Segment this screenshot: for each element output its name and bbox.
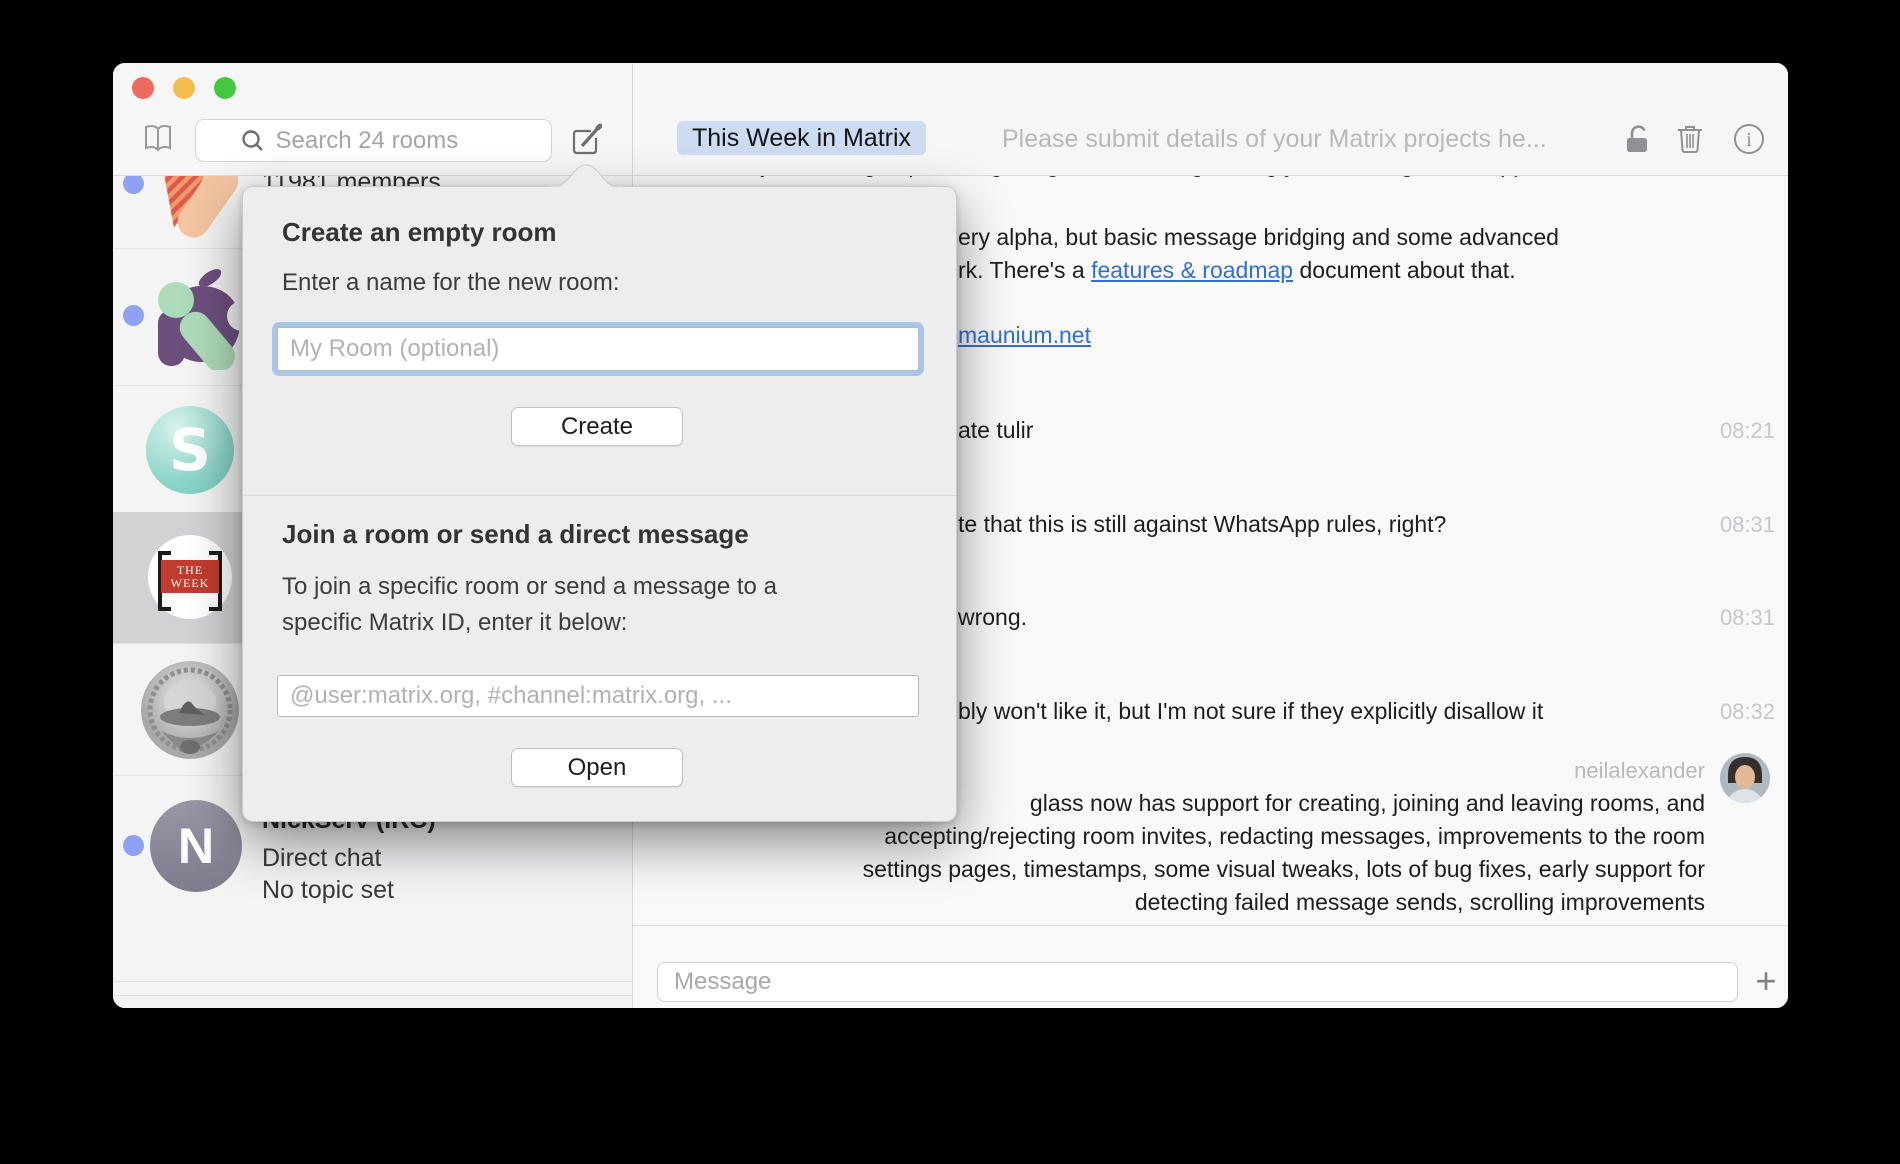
message-timestamp: 08:31 (1720, 508, 1775, 541)
zoom-button[interactable] (214, 77, 236, 99)
sender-name[interactable]: neilalexander (1574, 757, 1705, 785)
room-subtitle: Direct chat (262, 844, 381, 873)
room-avatar-engraving[interactable] (141, 661, 239, 759)
features-roadmap-link[interactable]: features & roadmap (1091, 257, 1293, 283)
user-avatar-photo[interactable] (1720, 753, 1770, 803)
compose-icon[interactable] (570, 123, 602, 162)
message-text: bly won't like it, but I'm not sure if t… (958, 695, 1543, 728)
minimize-button[interactable] (173, 77, 195, 99)
create-room-label: Enter a name for the new room: (282, 265, 620, 301)
composer-divider (633, 925, 1788, 926)
create-room-title: Create an empty room (282, 217, 557, 248)
message-text: wrong. (958, 601, 1027, 634)
message-timestamp: 08:21 (1720, 414, 1775, 447)
avatar-letter: S (169, 416, 211, 484)
room-avatar-s-logo[interactable]: S (146, 406, 234, 494)
unread-dot (123, 305, 144, 326)
maunium-link[interactable]: maunium.net (958, 322, 1091, 348)
room-subtitle: No topic set (262, 876, 394, 905)
unread-dot (123, 835, 144, 856)
message-timestamp: 08:32 (1720, 695, 1775, 728)
message-link: maunium.net (958, 319, 1091, 352)
own-message-line: settings pages, timestamps, some visual … (863, 853, 1705, 886)
own-message-line: detecting failed message sends, scrollin… (1135, 886, 1705, 919)
room-name-input[interactable] (277, 327, 919, 371)
search-input[interactable] (274, 126, 508, 156)
create-button[interactable]: Create (511, 407, 683, 446)
popover-arrow (548, 163, 624, 188)
avatar-text: WEEK (171, 577, 210, 590)
room-avatar-nickserv[interactable]: N (150, 800, 242, 892)
sidebar-footer: @neilalexander:matrix.org (113, 981, 632, 1008)
unread-dot (123, 173, 144, 194)
attach-button[interactable]: + (1746, 962, 1786, 1002)
message-input[interactable] (657, 962, 1738, 1002)
message-timestamp: 08:31 (1720, 601, 1775, 634)
popover-divider (243, 495, 956, 496)
search-icon (240, 128, 266, 154)
avatar-text: THE (177, 564, 203, 577)
search-field[interactable] (195, 119, 552, 162)
svg-text:i: i (1746, 129, 1752, 151)
message-text: ery alpha, but basic message bridging an… (958, 221, 1559, 287)
unlock-icon[interactable] (1623, 123, 1655, 160)
room-avatar-apple-logo[interactable] (150, 266, 246, 370)
message-text: ate tulir (958, 414, 1033, 447)
room-avatar-the-week[interactable]: THE WEEK (148, 535, 232, 619)
avatar-letter: N (178, 817, 214, 875)
own-message-line: glass now has support for creating, join… (1030, 787, 1705, 820)
trash-icon[interactable] (1675, 123, 1705, 160)
create-room-popover: Create an empty room Enter a name for th… (242, 186, 957, 822)
app-window: 11981 members S THE WEEK (113, 63, 1788, 1008)
join-room-label: To join a specific room or send a messag… (282, 569, 777, 641)
close-button[interactable] (132, 77, 154, 99)
message-text: te that this is still against WhatsApp r… (958, 508, 1446, 541)
titlebar: This Week in Matrix Please submit detail… (113, 63, 1788, 176)
open-button[interactable]: Open (511, 748, 683, 787)
room-name-pill[interactable]: This Week in Matrix (677, 121, 926, 155)
directory-icon[interactable] (143, 123, 173, 158)
matrix-id-input[interactable] (277, 675, 919, 717)
own-message-line: accepting/rejecting room invites, redact… (884, 820, 1705, 853)
join-room-title: Join a room or send a direct message (282, 519, 749, 550)
room-topic[interactable]: Please submit details of your Matrix pro… (1002, 121, 1547, 155)
info-icon[interactable]: i (1733, 123, 1765, 160)
